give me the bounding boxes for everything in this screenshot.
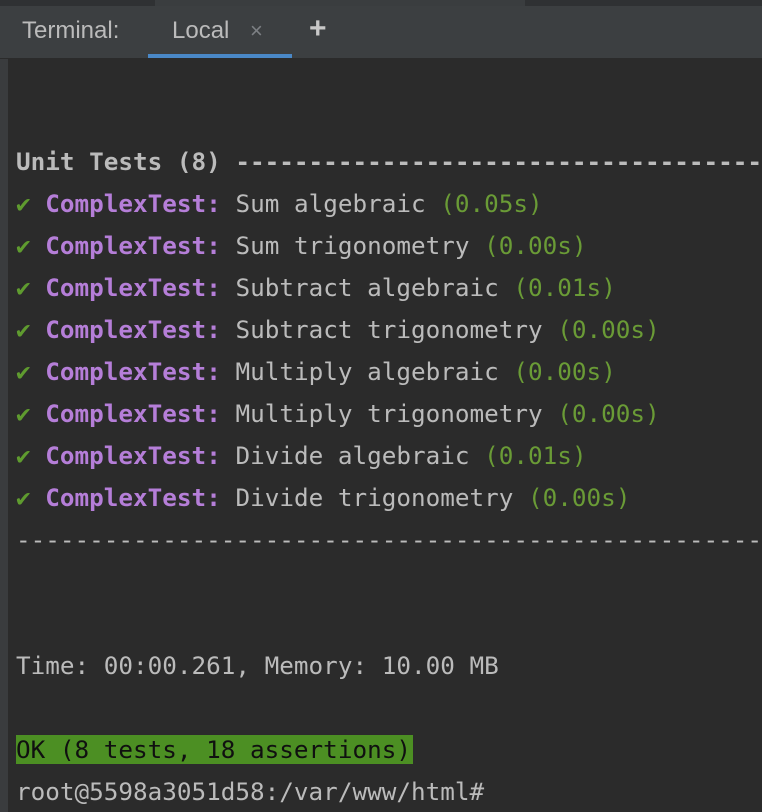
test-name: Sum trigonometry	[235, 231, 470, 260]
test-name: Sum algebraic	[235, 189, 426, 218]
add-tab-icon[interactable]: +	[309, 14, 327, 44]
tab-local-label[interactable]: Local	[172, 16, 229, 46]
test-line: ✔ ComplexTest: Divide trigonometry (0.00…	[16, 481, 630, 515]
test-class: ComplexTest:	[45, 315, 221, 344]
test-time: (0.01s)	[484, 441, 587, 470]
test-time: (0.05s)	[440, 189, 543, 218]
test-class: ComplexTest:	[45, 483, 221, 512]
test-name: Divide trigonometry	[235, 483, 514, 512]
test-class: ComplexTest:	[45, 357, 221, 386]
unit-tests-header: Unit Tests (8) -------------------------…	[16, 147, 762, 176]
test-line: ✔ ComplexTest: Subtract algebraic (0.01s…	[16, 271, 616, 305]
test-line: ✔ ComplexTest: Divide algebraic (0.01s)	[16, 439, 587, 473]
ide-terminal-window: Terminal: Local × + Unit Tests (8) -----…	[0, 0, 762, 812]
terminal-panel-title: Terminal:	[22, 17, 120, 44]
check-icon: ✔	[16, 315, 31, 344]
separator-line: ----------------------------------------…	[16, 525, 762, 554]
test-class: ComplexTest:	[45, 441, 221, 470]
test-time: (0.00s)	[528, 483, 631, 512]
terminal-tab-bar: Terminal: Local × +	[0, 0, 762, 59]
check-icon: ✔	[16, 399, 31, 428]
test-time: (0.00s)	[513, 357, 616, 386]
close-icon[interactable]: ×	[250, 16, 263, 46]
time-memory-line: Time: 00:00.261, Memory: 10.00 MB	[16, 651, 499, 680]
ok-result-badge: OK (8 tests, 18 assertions)	[16, 735, 413, 764]
check-icon: ✔	[16, 483, 31, 512]
tab-local[interactable]: Local ×	[148, 6, 292, 58]
test-time: (0.00s)	[484, 231, 587, 260]
top-edge-strip	[0, 0, 762, 6]
shell-prompt[interactable]: root@5598a3051d58:/var/www/html#	[16, 775, 484, 809]
test-line: ✔ ComplexTest: Subtract trigonometry (0.…	[16, 313, 660, 347]
test-line: ✔ ComplexTest: Sum algebraic (0.05s)	[16, 187, 543, 221]
check-icon: ✔	[16, 357, 31, 386]
check-icon: ✔	[16, 441, 31, 470]
test-time: (0.00s)	[557, 399, 660, 428]
test-name: Subtract algebraic	[235, 273, 499, 302]
test-class: ComplexTest:	[45, 273, 221, 302]
test-class: ComplexTest:	[45, 189, 221, 218]
active-tab-indicator	[148, 54, 292, 58]
test-name: Divide algebraic	[235, 441, 470, 470]
test-line: ✔ ComplexTest: Sum trigonometry (0.00s)	[16, 229, 587, 263]
test-time: (0.01s)	[513, 273, 616, 302]
test-name: Subtract trigonometry	[235, 315, 543, 344]
test-class: ComplexTest:	[45, 231, 221, 260]
check-icon: ✔	[16, 189, 31, 218]
test-name: Multiply algebraic	[235, 357, 499, 386]
terminal-output[interactable]: Unit Tests (8) -------------------------…	[0, 59, 762, 812]
test-line: ✔ ComplexTest: Multiply trigonometry (0.…	[16, 397, 660, 431]
test-class: ComplexTest:	[45, 399, 221, 428]
test-name: Multiply trigonometry	[235, 399, 543, 428]
check-icon: ✔	[16, 273, 31, 302]
test-line: ✔ ComplexTest: Multiply algebraic (0.00s…	[16, 355, 616, 389]
check-icon: ✔	[16, 231, 31, 260]
result-line: OK (8 tests, 18 assertions)	[16, 733, 413, 767]
test-time: (0.00s)	[557, 315, 660, 344]
